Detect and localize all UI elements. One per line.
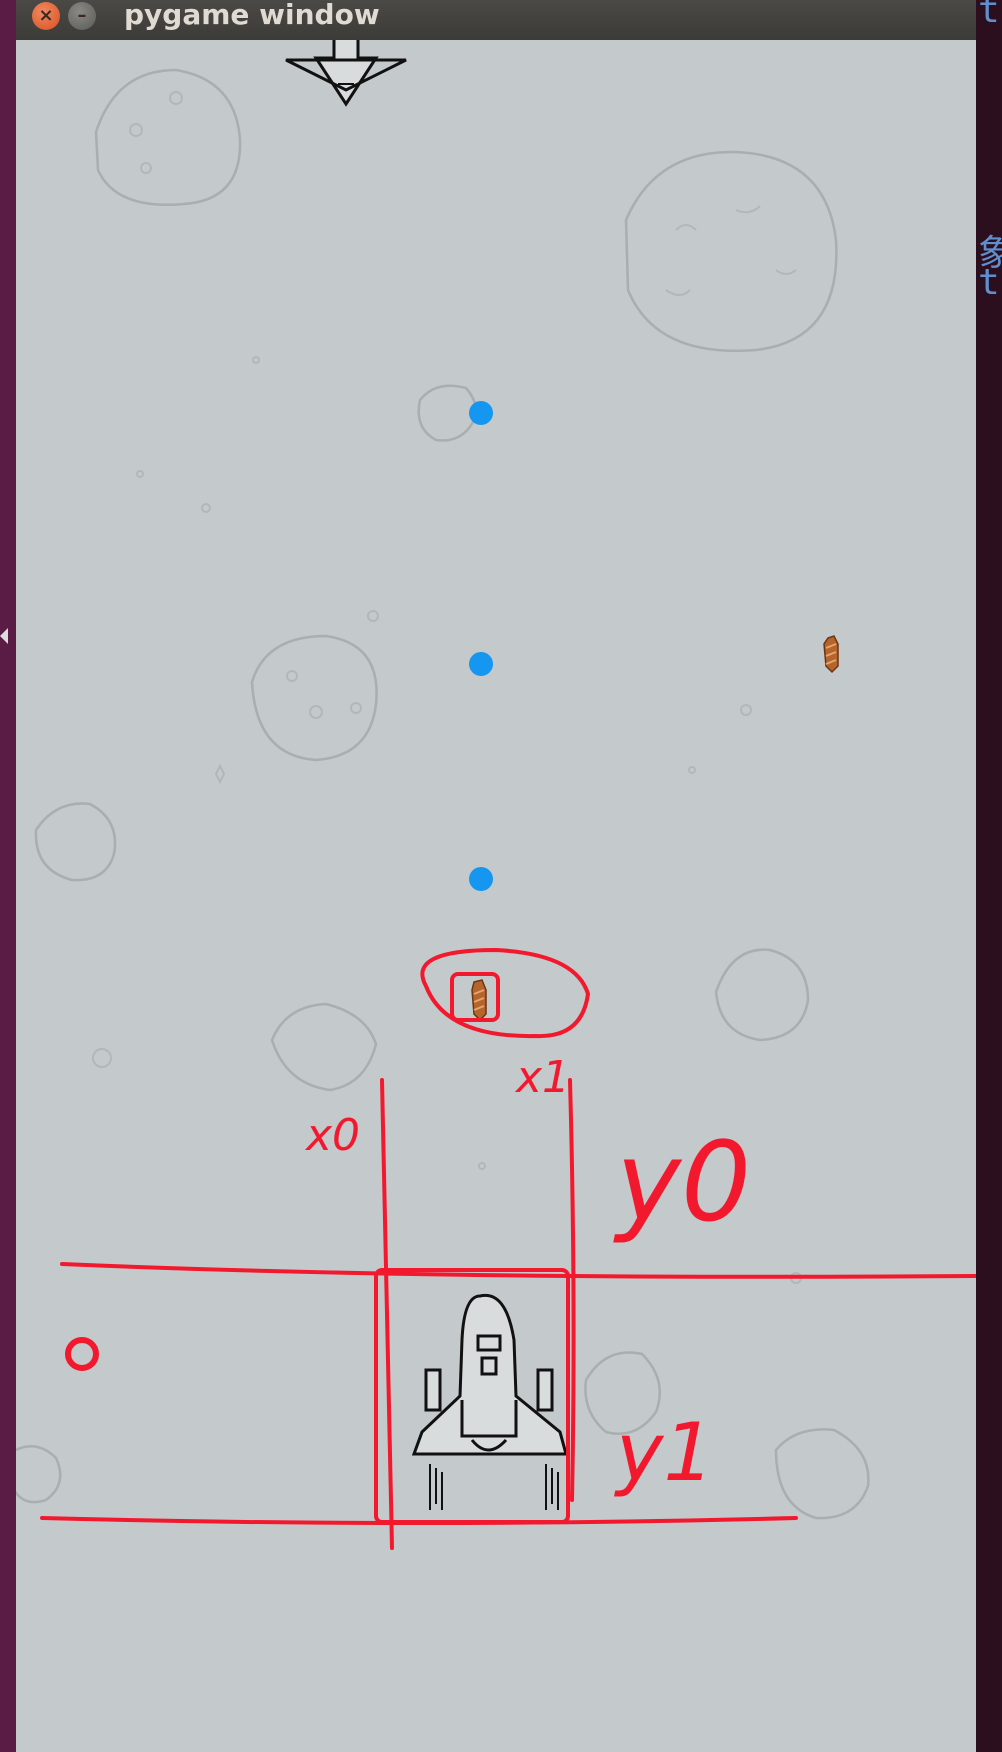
game-scene: x0 x1 y0 y1 xyxy=(16,40,976,1550)
annotation-label-y1: y1 xyxy=(614,1406,714,1499)
close-icon: × xyxy=(38,5,54,26)
game-canvas[interactable]: x0 x1 y0 y1 xyxy=(16,40,976,1752)
asteroid xyxy=(270,1002,378,1092)
annotation-label-x0: x0 xyxy=(304,1110,360,1161)
asteroid xyxy=(417,384,478,442)
asteroid-layer xyxy=(16,68,870,1520)
window-titlebar[interactable]: × – pygame window xyxy=(16,0,976,40)
annotation-label-x1: x1 xyxy=(514,1052,570,1103)
background-terminal-edge: t 象 t xyxy=(976,0,1002,1752)
missile xyxy=(823,635,839,674)
window-close-button[interactable]: × xyxy=(32,2,60,30)
svg-text:y0: y0 xyxy=(613,1118,751,1246)
player-spaceship xyxy=(411,1293,568,1510)
launcher-arrow-icon xyxy=(0,628,8,644)
asteroid-details xyxy=(92,91,802,1284)
asteroid xyxy=(714,948,810,1042)
pygame-window: × – pygame window x0 x1 y0 y1 xyxy=(16,0,976,1752)
bullet-group xyxy=(469,401,493,891)
annotation-dot xyxy=(65,1337,99,1371)
missile-group xyxy=(471,635,839,1022)
asteroid xyxy=(774,1428,870,1520)
bullet xyxy=(469,401,493,425)
annotation-label-y0: y0 xyxy=(613,1118,751,1246)
enemy-spaceship xyxy=(285,40,407,107)
terminal-text-fragment: t xyxy=(978,0,1000,31)
bullet xyxy=(469,867,493,891)
asteroid xyxy=(250,634,378,762)
bullet xyxy=(469,652,493,676)
asteroid xyxy=(94,68,242,206)
annotation-ellipse xyxy=(420,947,591,1039)
asteroid xyxy=(34,802,117,882)
annotation-vertical-line xyxy=(380,1078,394,1550)
desktop-launcher-edge xyxy=(0,0,16,1752)
window-minimize-button[interactable]: – xyxy=(68,2,96,30)
missile xyxy=(471,979,487,1022)
annotation-vertical-line xyxy=(568,1078,576,1502)
asteroid xyxy=(624,150,838,353)
annotation-layer xyxy=(40,947,976,1550)
svg-text:y1: y1 xyxy=(614,1406,714,1499)
minimize-icon: – xyxy=(77,5,87,26)
terminal-text-fragment: t xyxy=(978,262,1000,303)
svg-text:x1: x1 xyxy=(514,1052,570,1103)
window-title: pygame window xyxy=(124,0,380,31)
asteroid xyxy=(16,1445,62,1504)
svg-text:x0: x0 xyxy=(304,1110,360,1161)
